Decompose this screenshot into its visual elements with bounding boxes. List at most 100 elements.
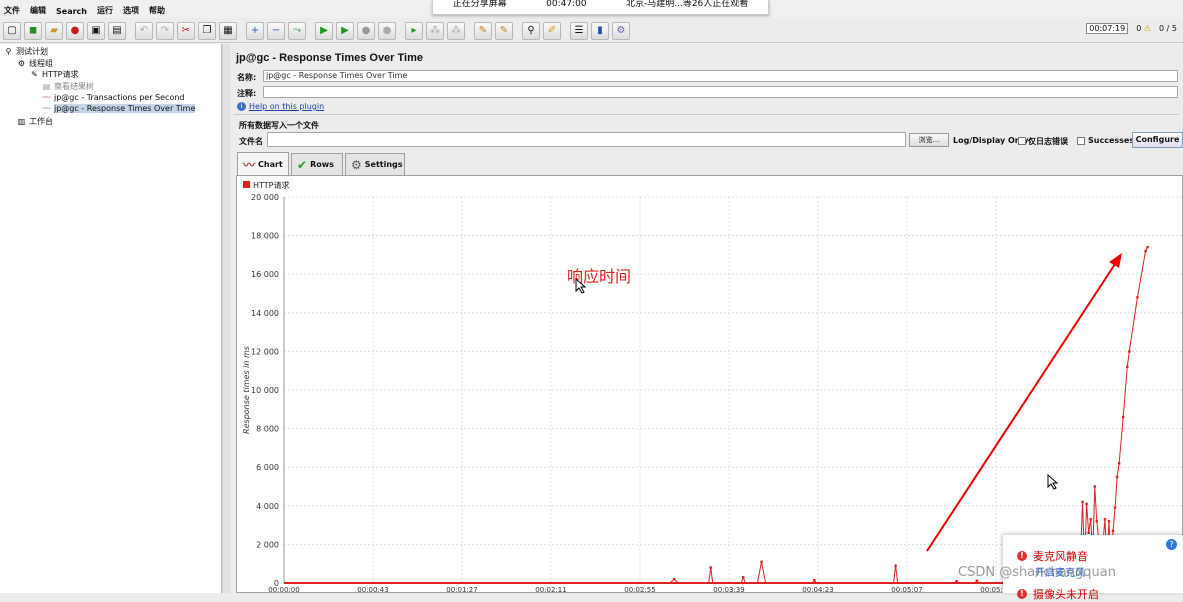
plugins-manager-icon[interactable]: ⚙ bbox=[612, 21, 630, 40]
y-tick-label: 12 000 bbox=[251, 347, 279, 356]
warning-count: 0 ⚠ bbox=[1136, 24, 1151, 33]
menu-search[interactable]: Search bbox=[56, 7, 87, 16]
help-link[interactable]: Help on this plugin bbox=[249, 102, 324, 111]
new-icon[interactable]: ▢ bbox=[3, 21, 21, 40]
data-point bbox=[1095, 520, 1098, 523]
search-icon[interactable]: ⚲ bbox=[522, 21, 540, 40]
tab-rows[interactable]: ✔ Rows bbox=[291, 153, 343, 175]
warning-count-value: 0 bbox=[1136, 24, 1142, 33]
menu-help[interactable]: 帮助 bbox=[149, 5, 165, 16]
menu-run[interactable]: 运行 bbox=[97, 5, 113, 16]
x-tick-label: 00:04:23 bbox=[802, 586, 833, 592]
x-tick-label: 00:01:27 bbox=[446, 586, 477, 592]
collapse-icon[interactable]: − bbox=[267, 21, 285, 40]
info-icon: i bbox=[237, 102, 246, 111]
run-status: 00:07:19 0 ⚠ 0 / 5 bbox=[1086, 23, 1177, 34]
mic-muted-text: 麦克风静音 bbox=[1033, 550, 1088, 563]
data-point bbox=[760, 560, 763, 563]
chart-canvas: 02 0004 0006 0008 00010 00012 00014 0001… bbox=[242, 180, 1182, 592]
filename-label: 文件名 bbox=[239, 137, 263, 146]
paste-icon[interactable]: ▦ bbox=[219, 21, 237, 40]
function-helper-icon[interactable]: ☰ bbox=[570, 21, 588, 40]
data-point bbox=[1087, 531, 1090, 535]
browse-button[interactable]: 浏览... bbox=[909, 133, 949, 147]
warning-icon[interactable]: ⚠ bbox=[1144, 24, 1151, 33]
data-point bbox=[1136, 296, 1139, 299]
x-tick-label: 00:05:07 bbox=[891, 586, 922, 592]
data-point bbox=[894, 564, 897, 567]
tree-item-label: 线程组 bbox=[29, 59, 53, 68]
workbench-icon: ▥ bbox=[17, 117, 26, 126]
menu-edit[interactable]: 编辑 bbox=[30, 5, 46, 16]
x-tick-label: 00:00:00 bbox=[268, 586, 299, 592]
successes-checkbox[interactable] bbox=[1077, 137, 1085, 145]
templates-icon[interactable]: ◼ bbox=[24, 21, 42, 40]
save-as-icon[interactable]: ▤ bbox=[108, 21, 126, 40]
tree-item-http-request[interactable]: ✎ HTTP请求 bbox=[30, 69, 78, 80]
menu-options[interactable]: 选项 bbox=[123, 5, 139, 16]
cut-icon[interactable]: ✂ bbox=[177, 21, 195, 40]
x-tick-label: 00:03:39 bbox=[713, 586, 744, 592]
tree-item-test-plan[interactable]: ⚲ 测试计划 bbox=[4, 46, 48, 57]
data-point bbox=[1122, 415, 1125, 419]
tree-item-tps[interactable]: 〰 jp@gc - Transactions per Second bbox=[42, 93, 185, 102]
open-icon[interactable]: ▰ bbox=[45, 21, 63, 40]
write-all-label: 所有数据写入一个文件 bbox=[239, 121, 319, 130]
menu-file[interactable]: 文件 bbox=[4, 5, 20, 16]
x-tick-label: 00:02:55 bbox=[624, 586, 655, 592]
sampler-icon: ✎ bbox=[31, 70, 38, 79]
annotation-arrow bbox=[926, 260, 1118, 552]
expand-icon[interactable]: + bbox=[246, 21, 264, 40]
tab-label: Settings bbox=[364, 160, 403, 169]
divider bbox=[234, 114, 1179, 115]
errors-checkbox[interactable] bbox=[1018, 137, 1026, 145]
camera-off-row: ! 摄像头未开启 bbox=[1017, 586, 1099, 602]
toggle-icon[interactable]: ⤳ bbox=[288, 21, 306, 40]
stop-icon[interactable]: ● bbox=[357, 21, 375, 40]
tree-item-label: jp@gc - Transactions per Second bbox=[54, 93, 185, 102]
mouse-cursor-icon bbox=[575, 278, 587, 294]
tree-item-view-results-tree[interactable]: ▤ 察看结果树 bbox=[42, 81, 94, 92]
start-icon[interactable]: ▶ bbox=[315, 21, 333, 40]
thread-count: 0 / 5 bbox=[1159, 24, 1177, 33]
remote-start-icon[interactable]: ▸ bbox=[405, 21, 423, 40]
tree-item-thread-group[interactable]: ⚙ 线程组 bbox=[17, 58, 53, 69]
name-field[interactable]: jp@gc - Response Times Over Time bbox=[263, 70, 1178, 82]
help-book-icon[interactable]: ▮ bbox=[591, 21, 609, 40]
remote-stop-icon[interactable]: ⁂ bbox=[426, 21, 444, 40]
save-icon[interactable]: ▣ bbox=[87, 21, 105, 40]
filename-field[interactable] bbox=[267, 132, 906, 147]
successes-label: Successes bbox=[1088, 136, 1135, 145]
clear-all-icon[interactable]: ✎ bbox=[495, 21, 513, 40]
close-icon[interactable]: ● bbox=[66, 21, 84, 40]
tab-chart[interactable]: 〰 Chart bbox=[237, 152, 289, 175]
toolbar: ▢ ◼ ▰ ● ▣ ▤ ↶ ↷ ✂ ❐ ▦ + − ⤳ ▶ ▶ ● ● ▸ ⁂ … bbox=[0, 19, 1183, 43]
graph-icon: 〰 bbox=[42, 93, 51, 102]
reset-search-icon[interactable]: ✐ bbox=[543, 21, 561, 40]
data-point bbox=[1128, 350, 1131, 353]
thread-group-icon: ⚙ bbox=[17, 59, 26, 68]
configure-button[interactable]: Configure bbox=[1132, 132, 1183, 148]
data-point bbox=[672, 577, 676, 581]
shutdown-icon[interactable]: ● bbox=[378, 21, 396, 40]
data-point bbox=[1117, 462, 1121, 465]
y-tick-label: 6 000 bbox=[256, 463, 279, 472]
x-tick-label: 00:00:43 bbox=[357, 586, 388, 592]
clear-icon[interactable]: ✎ bbox=[474, 21, 492, 40]
tree-item-response-times[interactable]: 〰 jp@gc - Response Times Over Time bbox=[42, 104, 196, 113]
alert-icon: ! bbox=[1017, 551, 1027, 561]
comment-field[interactable] bbox=[263, 86, 1178, 98]
splitter[interactable] bbox=[222, 44, 230, 593]
gear-icon: ⚙ bbox=[351, 157, 362, 172]
remote-shutdown-icon[interactable]: ⁂ bbox=[447, 21, 465, 40]
errors-label: 仅日志错误 bbox=[1028, 137, 1068, 146]
mic-muted-row: ! 麦克风静音 bbox=[1017, 548, 1088, 564]
undo-icon[interactable]: ↶ bbox=[135, 21, 153, 40]
redo-icon[interactable]: ↷ bbox=[156, 21, 174, 40]
y-tick-label: 20 000 bbox=[251, 193, 279, 202]
start-no-pause-icon[interactable]: ▶ bbox=[336, 21, 354, 40]
copy-icon[interactable]: ❐ bbox=[198, 21, 216, 40]
tab-settings[interactable]: ⚙ Settings bbox=[345, 153, 405, 175]
tree-item-workbench[interactable]: ▥ 工作台 bbox=[17, 116, 53, 127]
help-icon[interactable]: ? bbox=[1166, 539, 1177, 550]
